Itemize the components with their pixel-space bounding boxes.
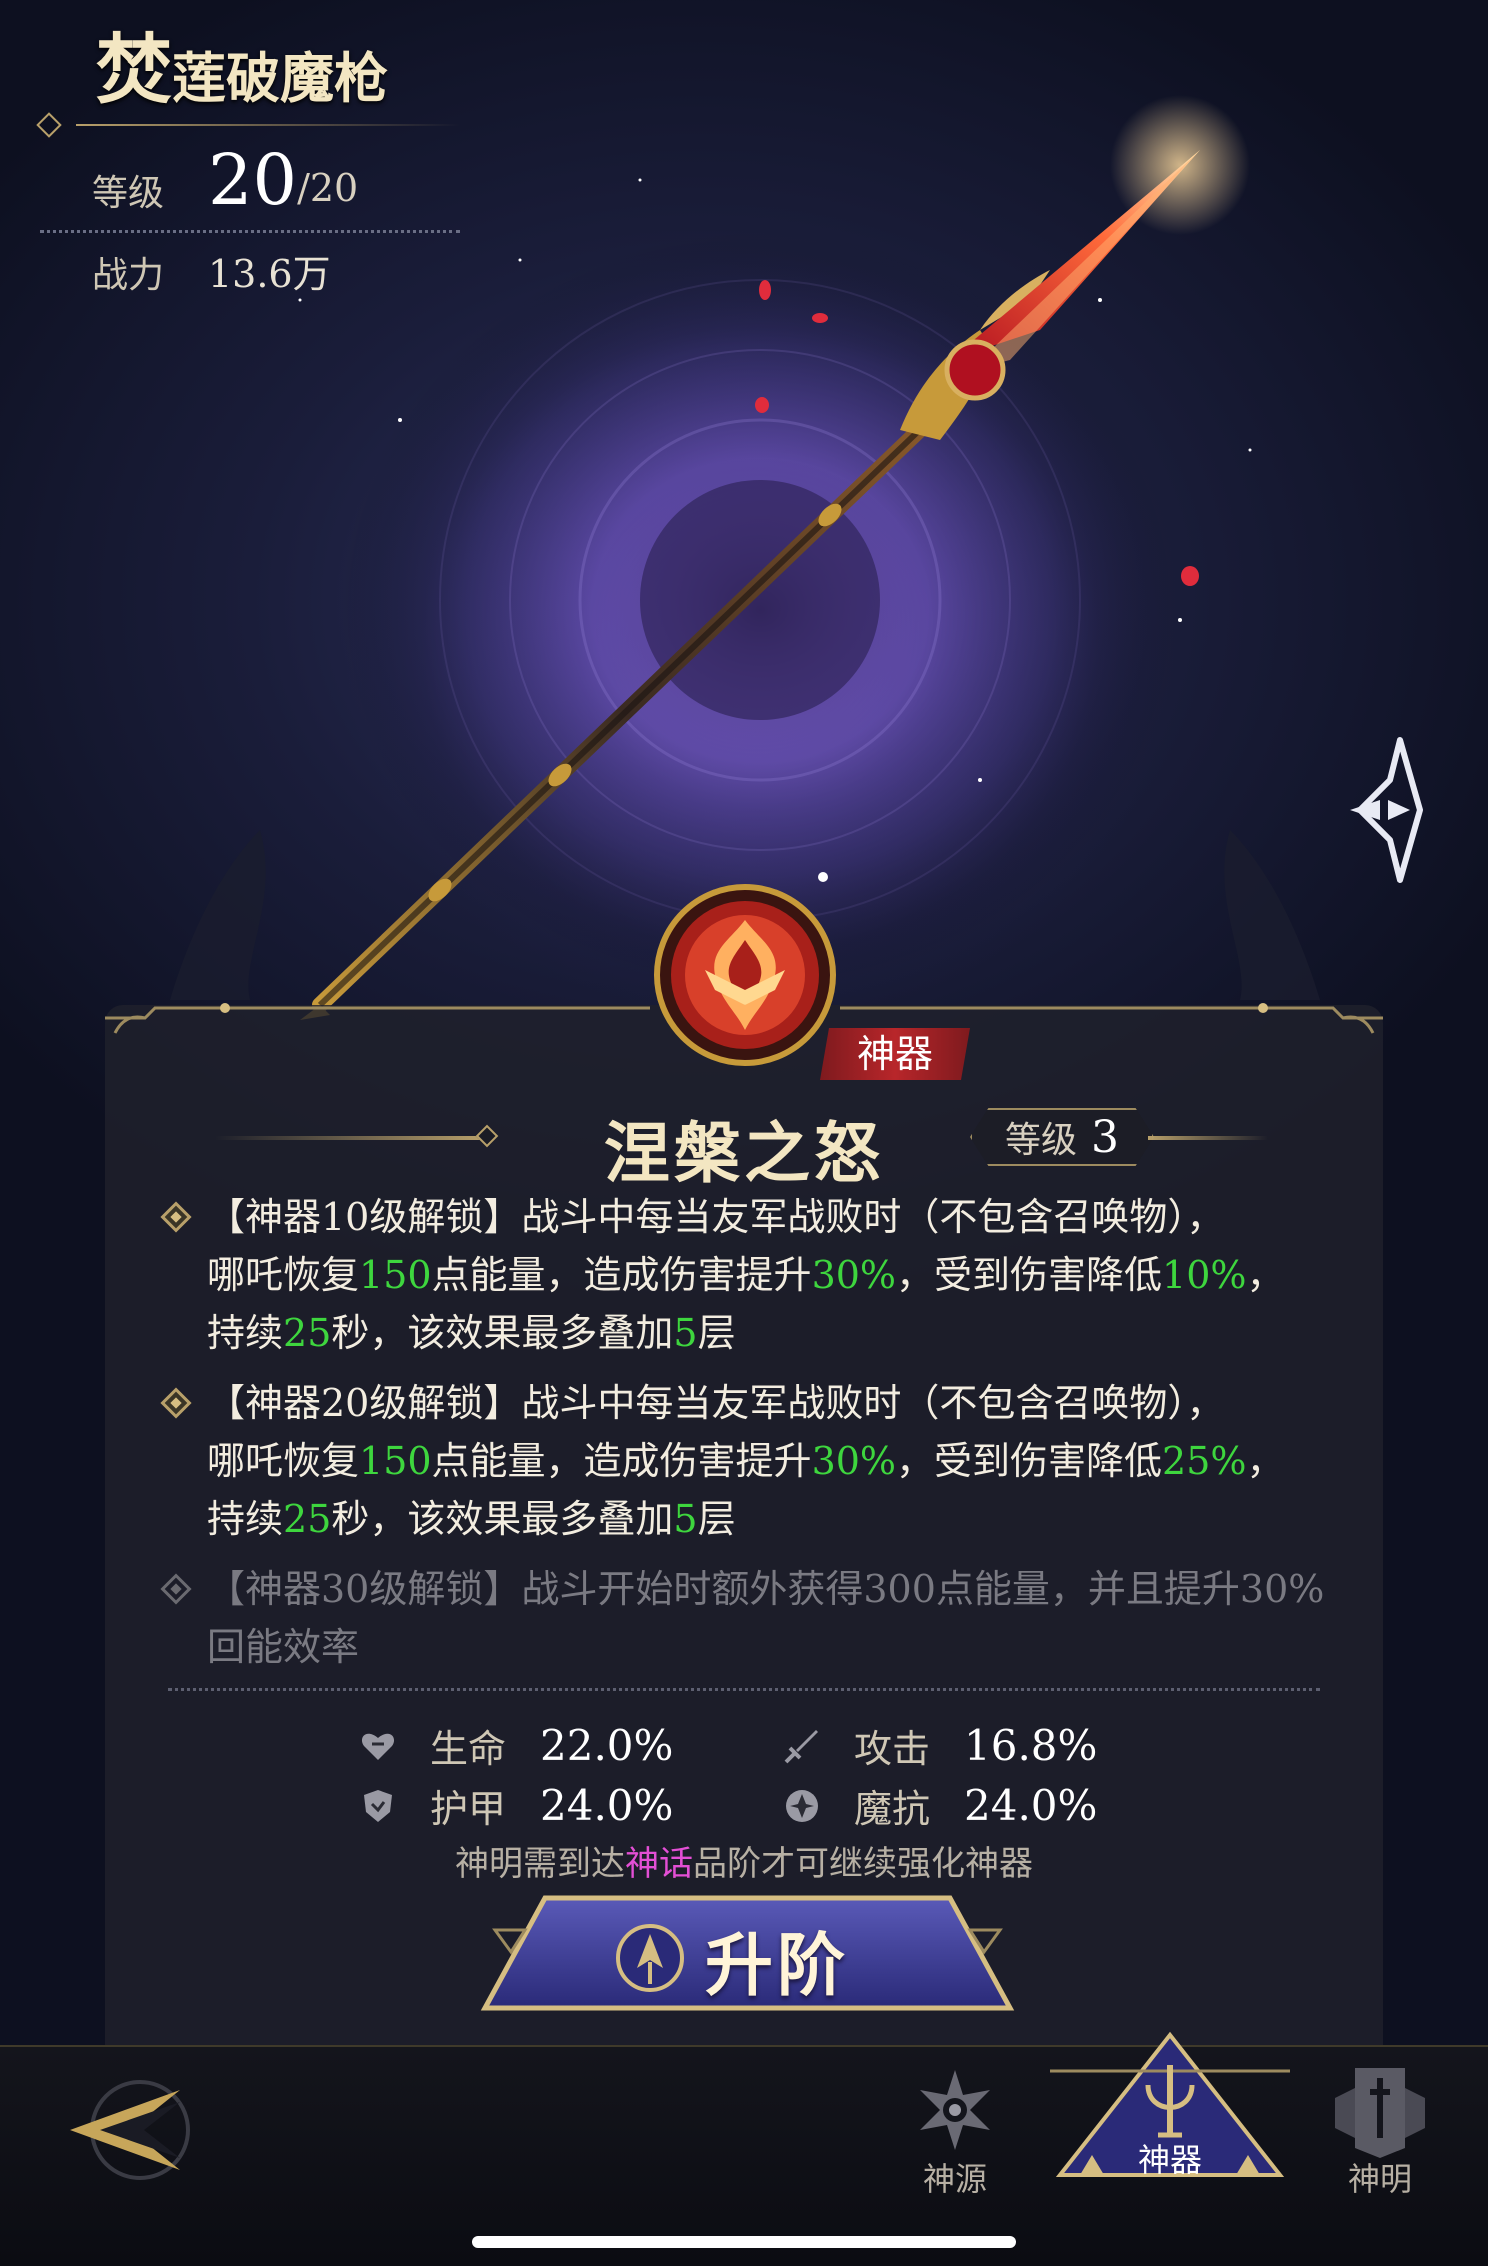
power-row: 战力 13.6万 [92, 243, 460, 298]
stat-hp-label: 生命 [430, 1727, 507, 1771]
tab-shenyuan-label: 神源 [922, 2160, 987, 2198]
deity-icon [1335, 2068, 1425, 2158]
title-divider [36, 112, 460, 138]
effect-value: 10% [1162, 1253, 1247, 1297]
level-value: 20 [208, 139, 298, 221]
effect-item-locked: 【神器30级解锁】战斗开始时额外获得300点能量，并且提升30%回能效率 [160, 1560, 1335, 1676]
effect-text: ， [1246, 1439, 1285, 1483]
effect-item: 【神器20级解锁】战斗中每当友军战败时（不包含召唤物）， 哪吒恢复150点能量，… [160, 1374, 1335, 1548]
effect-text: 层 [697, 1311, 736, 1355]
magic-orb-icon [786, 1789, 818, 1822]
level-row: 等级 20 /20 [92, 144, 460, 216]
weapon-info: 焚 莲破魔枪 等级 20 /20 战力 13.6万 [36, 25, 460, 298]
diamond-bullet-icon [160, 1201, 192, 1233]
stat-armor-value: 24.0% [540, 1781, 674, 1830]
home-indicator[interactable] [472, 2236, 1016, 2248]
effect-text: ，受到伤害降低 [896, 1253, 1163, 1297]
effect-text: 战斗中每当友军战败时（不包含召唤物）， [521, 1381, 1225, 1425]
stat-hp: 生命 22.0% [358, 1718, 673, 1773]
upgrade-button[interactable]: 升阶 [475, 1890, 1020, 2020]
tab-shenming[interactable]: 神明 [1320, 2058, 1440, 2200]
level-label: 等级 [92, 173, 165, 214]
dotted-divider [168, 1688, 1320, 1691]
effect-text: 层 [697, 1497, 736, 1541]
stat-armor: 护甲 24.0% [358, 1778, 673, 1833]
level-max: /20 [297, 166, 359, 210]
effect-text: 点能量，造成伤害提升 [431, 1253, 812, 1297]
stat-mres: 魔抗 24.0% [782, 1778, 1097, 1833]
effect-value: 30% [811, 1253, 897, 1297]
sword-icon [784, 1729, 818, 1763]
effect-unlock-label: 【神器20级解锁】 [207, 1381, 522, 1425]
effect-text: 持续 [207, 1311, 284, 1355]
effect-value: 150 [359, 1253, 432, 1297]
stat-atk-value: 16.8% [964, 1721, 1098, 1770]
effect-unlock-label: 【神器10级解锁】 [207, 1195, 522, 1239]
effect-text: ，受到伤害降低 [896, 1439, 1163, 1483]
skill-title-ornament-right [1148, 1136, 1268, 1140]
diamond-ornament-icon [36, 112, 62, 138]
effect-text: 战斗中每当友军战败时（不包含召唤物）， [521, 1195, 1225, 1239]
shield-icon [364, 1789, 392, 1822]
diamond-bullet-icon [160, 1573, 192, 1605]
effect-unlock-label: 【神器30级解锁】 [207, 1567, 522, 1611]
notice-highlight: 神话 [625, 1844, 693, 1884]
effect-text: 点能量，造成伤害提升 [431, 1439, 812, 1483]
power-label: 战力 [92, 255, 165, 296]
dotted-divider [40, 230, 460, 233]
effect-value: 30% [811, 1439, 897, 1483]
artifact-emblem-icon [654, 884, 836, 1066]
back-arrow-icon[interactable] [60, 2070, 200, 2190]
skill-level-label: 等级 [1004, 1120, 1077, 1161]
weapon-title: 焚 莲破魔枪 [40, 25, 460, 114]
stat-mres-value: 24.0% [964, 1781, 1098, 1830]
skill-level-value: 3 [1091, 1111, 1119, 1163]
next-arrow-icon[interactable] [1340, 730, 1460, 890]
effect-value: 5 [673, 1497, 698, 1541]
weapon-title-rest: 莲破魔枪 [172, 46, 388, 110]
effect-item: 【神器10级解锁】战斗中每当友军战败时（不包含召唤物）， 哪吒恢复150点能量，… [160, 1188, 1335, 1362]
upgrade-notice: 神明需到达神话品阶才可继续强化神器 [0, 1836, 1488, 1885]
skill-level-badge: 等级 3 [970, 1108, 1154, 1166]
effect-text: 哪吒恢复 [207, 1253, 360, 1297]
tab-shenming-label: 神明 [1347, 2160, 1412, 2198]
stat-mres-label: 魔抗 [854, 1787, 931, 1831]
effect-text: 哪吒恢复 [207, 1439, 360, 1483]
upgrade-button-label: 升阶 [705, 1926, 850, 2006]
stat-atk: 攻击 16.8% [782, 1718, 1097, 1773]
stat-armor-label: 护甲 [430, 1787, 507, 1831]
tab-shenyuan[interactable]: 神源 [900, 2060, 1010, 2200]
tab-shenqi[interactable]: 神器 [1040, 2025, 1300, 2185]
effect-text: 秒，该效果最多叠加 [331, 1311, 674, 1355]
effect-value: 25% [1162, 1439, 1247, 1483]
effect-value: 5 [673, 1311, 698, 1355]
power-value: 13.6万 [208, 252, 331, 296]
effect-value: 25 [283, 1311, 332, 1355]
diamond-bullet-icon [160, 1387, 192, 1419]
effect-value: 150 [359, 1439, 432, 1483]
notice-text: 品阶才可继续强化神器 [693, 1844, 1033, 1884]
weapon-title-first-char: 焚 [96, 25, 172, 114]
effect-list: 【神器10级解锁】战斗中每当友军战败时（不包含召唤物）， 哪吒恢复150点能量，… [160, 1188, 1335, 1688]
effect-value: 25 [283, 1497, 332, 1541]
effect-text: 秒，该效果最多叠加 [331, 1497, 674, 1541]
stat-atk-label: 攻击 [854, 1727, 931, 1771]
artifact-tag: 神器 [820, 1028, 970, 1080]
notice-text: 神明需到达 [455, 1844, 625, 1884]
heart-icon [361, 1733, 395, 1760]
effect-text: ， [1246, 1253, 1285, 1297]
skill-name: 涅槃之怒 [604, 1114, 884, 1192]
stat-hp-value: 22.0% [540, 1721, 674, 1770]
tab-shenqi-label: 神器 [1137, 2141, 1202, 2179]
effect-text: 持续 [207, 1497, 284, 1541]
